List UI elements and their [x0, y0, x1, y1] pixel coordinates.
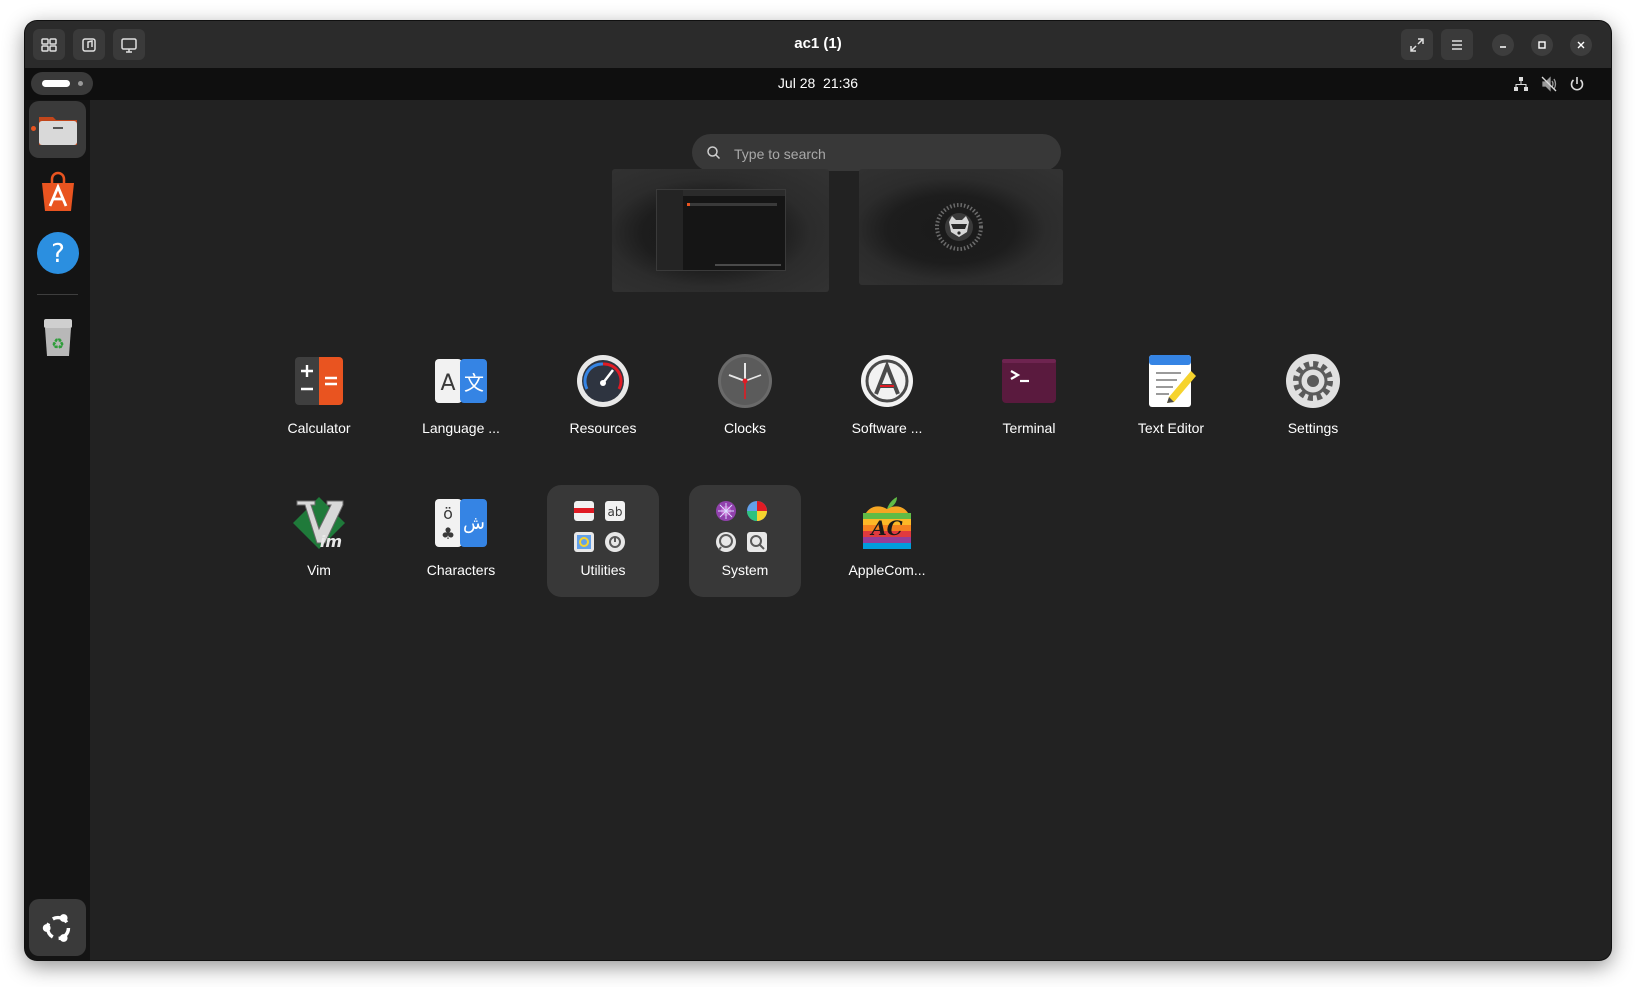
svg-text:ش: ش	[463, 513, 485, 534]
fullscreen-button[interactable]	[1401, 29, 1433, 60]
files-icon	[38, 116, 77, 145]
text-editor-icon	[1149, 355, 1196, 407]
dock-separator	[37, 294, 78, 295]
app-label: Characters	[426, 562, 496, 578]
terminal-icon	[1002, 359, 1056, 403]
network-icon[interactable]	[1512, 75, 1530, 93]
app-language[interactable]: A 文 Language ...	[405, 343, 517, 455]
disk-analyzer-icon	[747, 501, 767, 521]
minimize-button[interactable]	[1492, 34, 1514, 56]
app-label: Text Editor	[1137, 420, 1205, 436]
system-monitor-icon	[716, 501, 736, 521]
characters-icon: ö ♣ ش	[435, 499, 487, 547]
document-scanner-icon	[574, 501, 594, 521]
window-preview	[656, 189, 786, 271]
maximize-button[interactable]	[1531, 34, 1553, 56]
app-clocks[interactable]: Clocks	[689, 343, 801, 455]
clock[interactable]: Jul 28 21:36	[25, 75, 1611, 91]
svg-text:A: A	[440, 371, 455, 396]
clocks-icon	[718, 354, 772, 408]
language-icon: A 文	[435, 359, 487, 403]
app-label: Clocks	[723, 420, 766, 436]
svg-text:im: im	[320, 532, 342, 551]
help-icon: ?	[36, 231, 79, 274]
app-characters[interactable]: ö ♣ ش Characters	[405, 485, 517, 597]
image-viewer-icon	[574, 532, 594, 552]
resources-icon	[577, 355, 629, 407]
app-label: Settings	[1287, 420, 1339, 436]
volume-muted-icon[interactable]	[1540, 75, 1558, 93]
show-apps-button[interactable]	[29, 899, 86, 956]
dock: ? ♻	[25, 100, 90, 960]
app-settings[interactable]: Settings	[1257, 343, 1369, 455]
ubuntu-logo-icon	[42, 913, 70, 942]
svg-text:AC: AC	[869, 516, 903, 540]
running-indicator	[31, 126, 36, 131]
minimize-icon	[1500, 46, 1506, 48]
app-center-icon	[41, 171, 74, 211]
svg-text:♻: ♻	[51, 335, 64, 353]
applecom-icon: AC	[863, 497, 911, 549]
close-icon	[1577, 41, 1585, 49]
window-title: ac1 (1)	[794, 35, 842, 52]
app-vim[interactable]: im Vim	[263, 485, 375, 597]
title-bar: ac1 (1)	[25, 21, 1611, 68]
svg-text:?: ?	[51, 239, 65, 269]
power-icon[interactable]	[1568, 75, 1586, 93]
hamburger-menu-icon	[1452, 39, 1462, 50]
app-label: Calculator	[287, 420, 351, 436]
app-label: AppleCom...	[848, 562, 926, 578]
app-resources[interactable]: Resources	[547, 343, 659, 455]
app-software[interactable]: Software ...	[831, 343, 943, 455]
dock-item-app-center[interactable]	[29, 163, 86, 220]
search-bar[interactable]	[692, 134, 1061, 173]
dock-item-trash[interactable]: ♻	[29, 308, 86, 365]
text-font-icon: ab	[605, 501, 625, 521]
raccoon-logo-icon	[935, 203, 983, 251]
menu-button[interactable]	[1441, 29, 1473, 60]
app-label: Resources	[569, 420, 637, 436]
vim-icon: im	[293, 497, 345, 551]
calculator-icon	[295, 357, 343, 405]
workspace-thumbnail-1[interactable]	[612, 169, 829, 292]
virtual-machine-window: ac1 (1) Jul 28 21:36 ? ♻ Type to search …	[25, 21, 1611, 960]
app-terminal[interactable]: Terminal	[973, 343, 1085, 455]
app-applecom[interactable]: AC AppleCom...	[831, 485, 943, 597]
app-text-editor[interactable]: Text Editor	[1115, 343, 1227, 455]
software-icon	[861, 355, 913, 407]
expand-icon	[1410, 37, 1424, 52]
trash-icon: ♻	[43, 318, 72, 356]
app-label: Vim	[307, 562, 331, 578]
search-icon	[707, 146, 721, 160]
settings-icon	[1286, 354, 1340, 408]
app-label: Language ...	[422, 420, 500, 436]
svg-text:ab: ab	[608, 505, 623, 519]
disk-usage-icon	[605, 532, 625, 552]
svg-text:ö: ö	[443, 504, 453, 523]
app-label: Software ...	[851, 420, 923, 436]
log-viewer-icon	[716, 532, 736, 552]
maximize-icon	[1538, 41, 1546, 49]
close-button[interactable]	[1570, 34, 1592, 56]
svg-text:♣: ♣	[441, 524, 455, 543]
dock-item-files[interactable]	[29, 101, 86, 158]
svg-text:文: 文	[464, 371, 484, 395]
search-input[interactable]	[732, 134, 1046, 173]
folder-label: System	[721, 562, 769, 578]
folder-system[interactable]: System	[689, 485, 801, 597]
search-files-icon	[747, 532, 767, 552]
workspace-thumbnail-2[interactable]	[859, 169, 1063, 285]
app-calculator[interactable]: Calculator	[263, 343, 375, 455]
app-label: Terminal	[1002, 420, 1056, 436]
dock-item-help[interactable]: ?	[29, 224, 86, 281]
folder-utilities[interactable]: ab Utilities	[547, 485, 659, 597]
top-panel: Jul 28 21:36	[25, 68, 1611, 100]
folder-label: Utilities	[580, 562, 626, 578]
